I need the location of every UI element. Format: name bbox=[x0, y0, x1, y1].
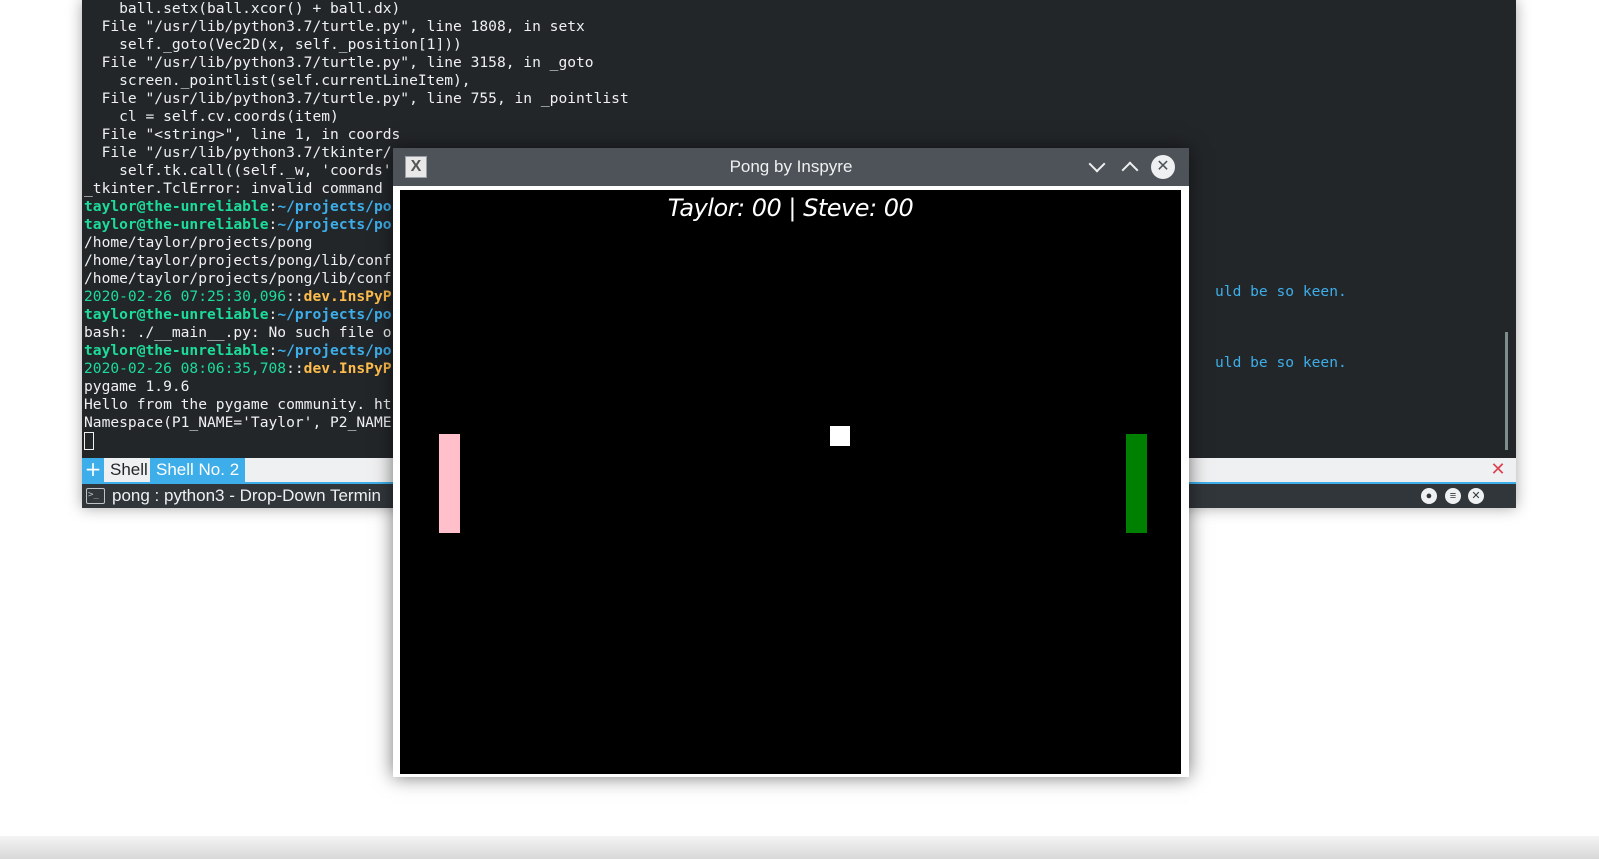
right-paddle bbox=[1126, 434, 1147, 533]
maximize-button[interactable] bbox=[1118, 155, 1142, 179]
close-tab-icon[interactable]: ✕ bbox=[1490, 461, 1506, 479]
terminal-text-segment: : bbox=[268, 216, 278, 233]
terminal-text-segment: : bbox=[268, 198, 278, 215]
terminal-line: File "/usr/lib/python3.7/turtle.py", lin… bbox=[84, 18, 1484, 36]
terminal-text-segment: : bbox=[268, 306, 278, 323]
terminal-text-segment: self._goto(Vec2D(x, self._position[1])) bbox=[84, 36, 462, 53]
terminal-line: cl = self.cv.coords(item) bbox=[84, 108, 1484, 126]
terminal-text-segment: : bbox=[268, 342, 278, 359]
terminal-scrollbar[interactable] bbox=[1504, 0, 1508, 452]
terminal-text-segment: File "/usr/lib/python3.7/turtle.py", lin… bbox=[84, 90, 629, 107]
keep-open-icon[interactable]: ● bbox=[1421, 488, 1437, 504]
terminal-line: File "<string>", line 1, in coords bbox=[84, 126, 1484, 144]
desktop-panel-edge bbox=[0, 836, 1599, 859]
terminal-text-segment: cl = self.cv.coords(item) bbox=[84, 108, 339, 125]
terminal-text-segment: dev.InsPyP bbox=[303, 360, 392, 377]
terminal-text-segment: :: bbox=[286, 288, 304, 305]
minimize-button[interactable] bbox=[1085, 155, 1109, 179]
terminal-text-segment: File "<string>", line 1, in coords bbox=[84, 126, 401, 143]
chevron-down-icon bbox=[1088, 155, 1106, 173]
terminal-text-segment: dev.InsPyP bbox=[303, 288, 392, 305]
terminal-text-segment: pygame 1.9.6 bbox=[84, 378, 190, 395]
window-title: Pong by Inspyre bbox=[729, 157, 853, 176]
game-canvas[interactable]: Taylor: 00 | Steve: 00 bbox=[400, 190, 1181, 774]
terminal-text-segment: ~/projects/po bbox=[277, 342, 392, 359]
terminal-window-title: pong : python3 - Drop-Down Termin bbox=[112, 486, 381, 505]
ball bbox=[830, 426, 850, 446]
terminal-line: self._goto(Vec2D(x, self._position[1])) bbox=[84, 36, 1484, 54]
terminal-line: ball.setx(ball.xcor() + ball.dx) bbox=[84, 0, 1484, 18]
pong-window[interactable]: X Pong by Inspyre ✕ Taylor: 00 | Steve: … bbox=[393, 148, 1189, 777]
text-cursor bbox=[84, 432, 94, 450]
terminal-line: File "/usr/lib/python3.7/turtle.py", lin… bbox=[84, 90, 1484, 108]
terminal-text-segment: taylor@the-unreliable bbox=[84, 216, 269, 233]
terminal-text-segment: taylor@the-unreliable bbox=[84, 306, 269, 323]
terminal-text-segment: /home/taylor/projects/pong bbox=[84, 234, 313, 251]
menu-icon[interactable]: ≡ bbox=[1445, 488, 1461, 504]
terminal-text-segment: File "/usr/lib/python3.7/turtle.py", lin… bbox=[84, 54, 594, 71]
terminal-text-segment: Hello from the pygame community. ht bbox=[84, 396, 392, 413]
terminal-text-segment: taylor@the-unreliable bbox=[84, 342, 269, 359]
new-tab-button[interactable]: + bbox=[82, 458, 104, 482]
terminal-text-segment: ~/projects/po bbox=[277, 198, 392, 215]
terminal-text-segment: 2020-02-26 08:06:35,708 bbox=[84, 360, 287, 377]
terminal-text-segment: self.tk.call((self._w, 'coords' bbox=[84, 162, 392, 179]
terminal-text-segment: File "/usr/lib/python3.7/tkinter/ bbox=[84, 144, 392, 161]
terminal-text-segment: _tkinter.TclError: invalid command bbox=[84, 180, 392, 197]
log-message-tail: uld be so keen. bbox=[1215, 354, 1347, 371]
left-paddle bbox=[439, 434, 460, 533]
log-message-tail: uld be so keen. bbox=[1215, 283, 1347, 300]
chevron-up-icon bbox=[1121, 161, 1139, 179]
close-terminal-icon[interactable]: ✕ bbox=[1468, 488, 1484, 504]
tab-shell[interactable]: Shell bbox=[104, 458, 154, 482]
terminal-text-segment: :: bbox=[286, 360, 304, 377]
terminal-text-segment: Namespace(P1_NAME='Taylor', P2_NAME bbox=[84, 414, 392, 431]
scoreboard: Taylor: 00 | Steve: 00 bbox=[667, 194, 914, 222]
terminal-app-icon: >_ bbox=[86, 488, 105, 504]
terminal-text-segment: ~/projects/po bbox=[277, 306, 392, 323]
pong-titlebar[interactable]: X Pong by Inspyre ✕ bbox=[393, 148, 1189, 186]
terminal-text-segment: /home/taylor/projects/pong/lib/conf bbox=[84, 270, 392, 287]
terminal-text-segment: /home/taylor/projects/pong/lib/conf bbox=[84, 252, 392, 269]
close-button[interactable]: ✕ bbox=[1151, 155, 1175, 179]
terminal-text-segment: bash: ./__main__.py: No such file o bbox=[84, 324, 392, 341]
tab-shell-no-2[interactable]: Shell No. 2 bbox=[150, 458, 246, 482]
terminal-line: screen._pointlist(self.currentLineItem), bbox=[84, 72, 1484, 90]
terminal-text-segment: taylor@the-unreliable bbox=[84, 198, 269, 215]
terminal-text-segment: File "/usr/lib/python3.7/turtle.py", lin… bbox=[84, 18, 585, 35]
terminal-text-segment: ~/projects/po bbox=[277, 216, 392, 233]
terminal-text-segment: 2020-02-26 07:25:30,096 bbox=[84, 288, 287, 305]
terminal-text-segment: screen._pointlist(self.currentLineItem), bbox=[84, 72, 471, 89]
terminal-line: File "/usr/lib/python3.7/turtle.py", lin… bbox=[84, 54, 1484, 72]
terminal-text-segment: ball.setx(ball.xcor() + ball.dx) bbox=[84, 0, 401, 17]
scrollbar-thumb[interactable] bbox=[1505, 332, 1508, 450]
